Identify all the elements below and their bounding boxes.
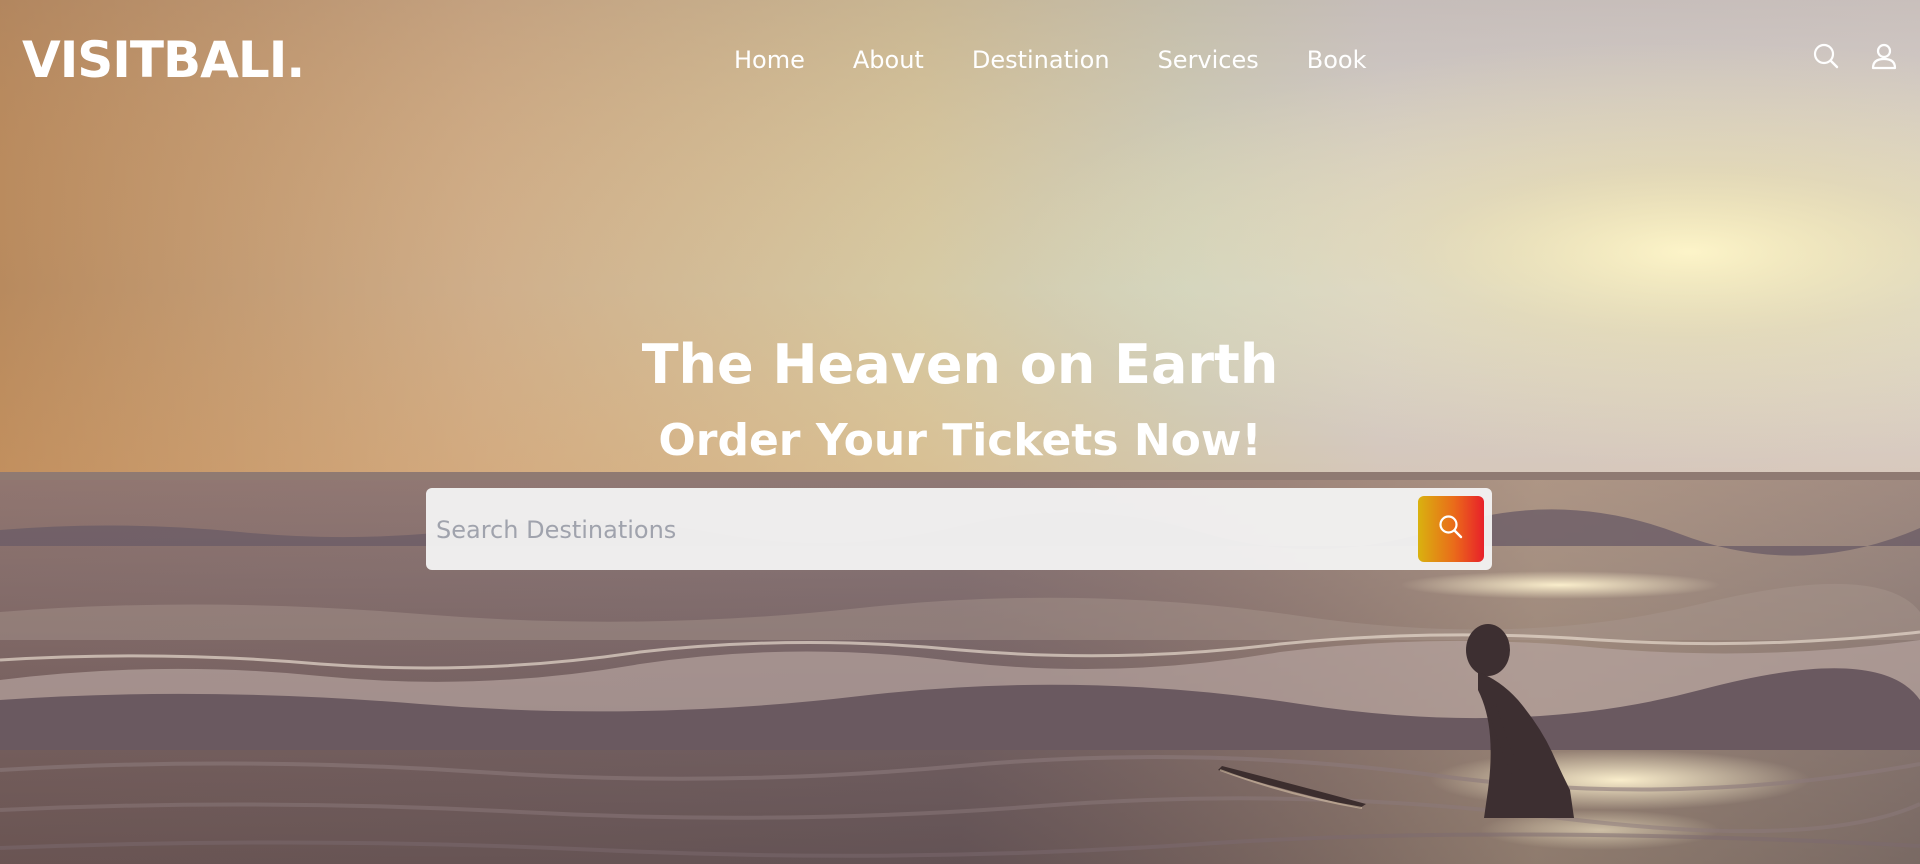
- nav-item-book[interactable]: Book: [1307, 40, 1367, 80]
- site-logo[interactable]: VISITBALI.: [22, 28, 305, 92]
- main-nav: Home About Destination Services Book: [734, 40, 1367, 80]
- header-actions: [1812, 42, 1898, 70]
- nav-item-services[interactable]: Services: [1158, 40, 1259, 80]
- nav-item-home[interactable]: Home: [734, 40, 805, 80]
- nav-item-about[interactable]: About: [853, 40, 924, 80]
- hero-title: The Heaven on Earth: [641, 333, 1279, 396]
- search-button[interactable]: [1418, 496, 1484, 562]
- search-input[interactable]: [434, 498, 1398, 562]
- hero-section: VISITBALI. Home About Destination Servic…: [0, 0, 1920, 864]
- user-icon[interactable]: [1870, 42, 1898, 70]
- search-icon[interactable]: [1812, 42, 1840, 70]
- destination-search-bar: [426, 488, 1492, 570]
- hero-subtitle: Order Your Tickets Now!: [658, 415, 1262, 466]
- nav-item-destination[interactable]: Destination: [972, 40, 1110, 80]
- site-header: VISITBALI. Home About Destination Servic…: [0, 0, 1920, 120]
- search-icon: [1437, 513, 1465, 545]
